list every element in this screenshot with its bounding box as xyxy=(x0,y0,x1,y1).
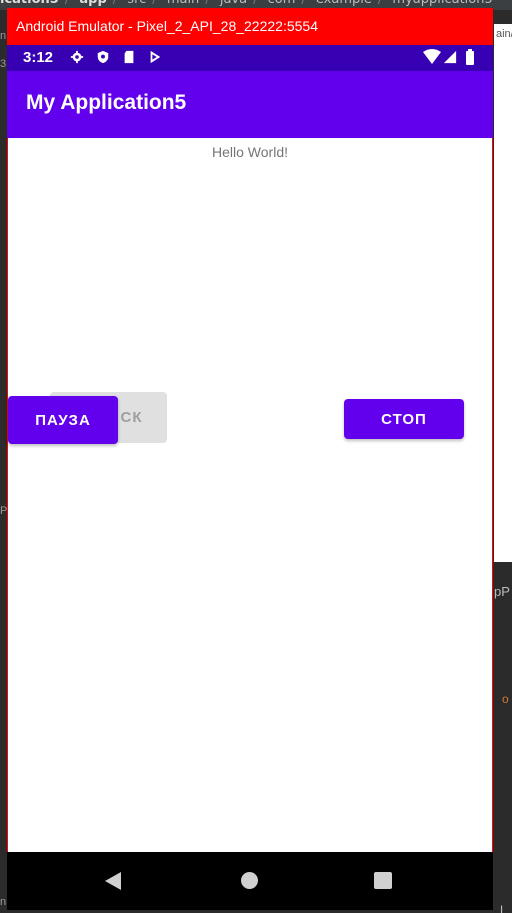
home-icon[interactable] xyxy=(241,872,258,889)
ide-tab-text[interactable]: ain/ xyxy=(496,28,512,40)
battery-icon xyxy=(466,49,474,65)
ide-bottom-text: L xyxy=(500,903,507,913)
hello-text: Hello World! xyxy=(212,144,288,160)
emulator-window: Android Emulator - Pixel_2_API_28_22222:… xyxy=(7,8,493,910)
wifi-icon xyxy=(423,49,441,64)
ide-panel-text: pP xyxy=(494,584,510,599)
pause-button[interactable]: ПАУЗА xyxy=(8,396,118,444)
activity-content: Hello World! СК ПАУЗА СТОП xyxy=(8,138,492,852)
ide-code-text: o xyxy=(502,692,509,706)
ide-editor-pane[interactable] xyxy=(494,24,512,562)
start-button-label: СК xyxy=(120,409,143,426)
ide-left-gutter-text: 3 xyxy=(0,58,7,70)
android-nav-bar xyxy=(7,852,493,910)
ide-left-gutter-text: n xyxy=(0,30,7,42)
emulator-title[interactable]: Android Emulator - Pixel_2_API_28_22222:… xyxy=(7,8,493,45)
app-title: My Application5 xyxy=(26,91,187,114)
app-toolbar: My Application5 xyxy=(7,71,493,138)
recent-apps-icon[interactable] xyxy=(374,872,392,889)
stop-button[interactable]: СТОП xyxy=(344,399,464,439)
ide-left-gutter-text: n xyxy=(0,896,7,908)
ide-editor-panel: ain/ pP o L xyxy=(494,10,512,913)
android-status-bar: 3:12 xyxy=(7,45,493,71)
back-icon[interactable] xyxy=(105,872,121,890)
settings-icon xyxy=(70,50,84,64)
play-store-icon xyxy=(150,50,161,64)
sd-card-icon xyxy=(124,50,134,64)
signal-icon xyxy=(443,50,457,64)
status-time: 3:12 xyxy=(23,49,54,66)
shield-icon xyxy=(97,50,109,64)
